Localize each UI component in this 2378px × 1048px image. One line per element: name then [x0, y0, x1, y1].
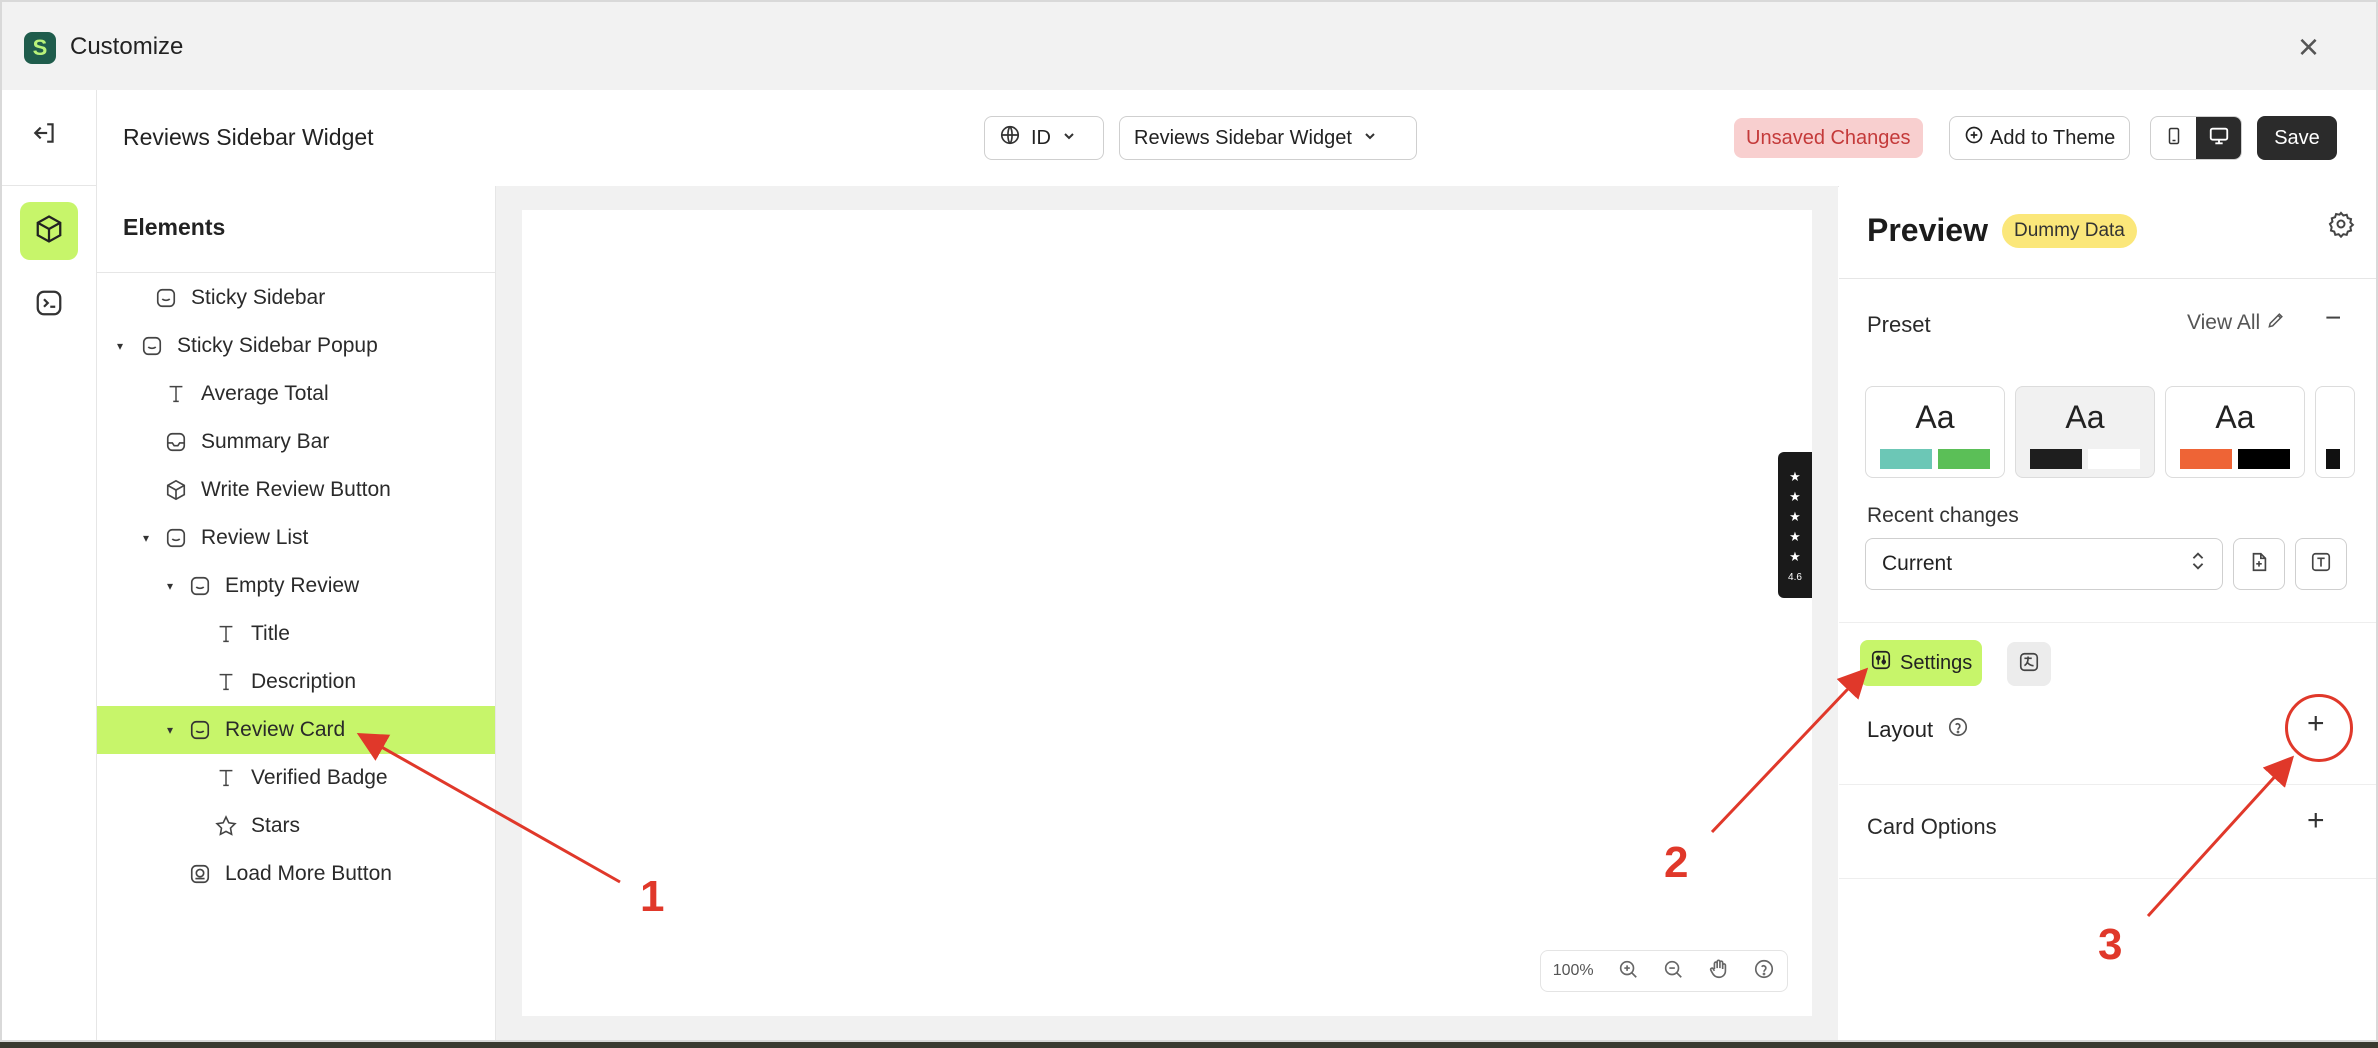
annotation-arrow-3 — [2146, 755, 2295, 918]
annotation-arrow-1 — [356, 733, 621, 884]
annotation-arrows — [356, 667, 2295, 918]
annotation-arrow-2 — [1710, 667, 1869, 834]
annotation-label-3: 3 — [2098, 920, 2123, 969]
annotation-label-2: 2 — [1664, 838, 1689, 887]
annotation-label-1: 1 — [640, 872, 665, 921]
